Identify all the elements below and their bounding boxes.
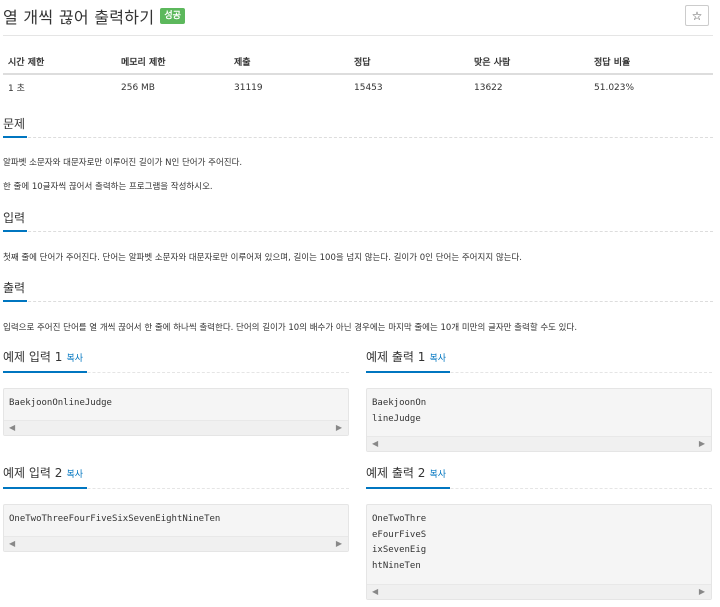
sample-input-2: 예제 입력 2 복사 OneTwoThreeFourFiveSixSevenEig… — [3, 465, 349, 552]
input-description: 첫째 줄에 단어가 주어진다. 단어는 알파벳 소문자와 대문자로만 이루어져 … — [3, 253, 522, 263]
scroll-right-icon[interactable]: ▶ — [336, 539, 342, 549]
scroll-left-icon[interactable]: ◀ — [372, 587, 378, 597]
scroll-right-icon[interactable]: ▶ — [699, 587, 705, 597]
sample-input-2-box[interactable]: OneTwoThreeFourFiveSixSevenEightNineTen … — [3, 504, 349, 552]
output-section: 출력 입력으로 주어진 단어를 열 개씩 끊어서 한 줄에 하나씩 출력한다. … — [3, 280, 713, 334]
header-solved-users: 맞은 사람 — [469, 50, 589, 75]
problem-page: 열 개씩 끊어 출력하기 성공 ☆ 시간 제한 메모리 제한 제출 정답 맞은 … — [0, 0, 720, 607]
value-solved-users[interactable]: 13622 — [469, 74, 589, 100]
info-header-row: 시간 제한 메모리 제한 제출 정답 맞은 사람 정답 비율 — [3, 50, 713, 75]
scroll-right-icon[interactable]: ▶ — [699, 439, 705, 449]
sample-output-2-box[interactable]: OneTwoThre eFourFiveS ixSevenEig htNineT… — [366, 504, 712, 600]
output-description: 입력으로 주어진 단어를 열 개씩 끊어서 한 줄에 하나씩 출력한다. 단어의… — [3, 323, 578, 333]
status-badge: 성공 — [160, 8, 185, 24]
copy-link[interactable]: 복사 — [66, 354, 83, 364]
sample-output-1-header: 예제 출력 1 복사 — [366, 349, 712, 373]
value-accepted[interactable]: 15453 — [349, 74, 469, 100]
output-title: 출력 — [3, 280, 28, 302]
value-submissions[interactable]: 31119 — [229, 74, 349, 100]
output-header: 출력 — [3, 280, 713, 302]
input-section: 입력 첫째 줄에 단어가 주어진다. 단어는 알파벳 소문자와 대문자로만 이루… — [3, 210, 713, 264]
problem-title: 열 개씩 끊어 출력하기 — [3, 8, 155, 27]
sample-input-1-title: 예제 입력 1 복사 — [3, 349, 87, 373]
scroll-left-icon[interactable]: ◀ — [372, 439, 378, 449]
scroll-left-icon[interactable]: ◀ — [9, 423, 15, 433]
horizontal-scrollbar[interactable]: ◀ ▶ — [4, 536, 348, 551]
header-time-limit: 시간 제한 — [3, 50, 116, 75]
description-line-2: 한 줄에 10글자씩 끊어서 출력하는 프로그램을 작성하시오. — [3, 182, 213, 192]
copy-link[interactable]: 복사 — [429, 354, 446, 364]
horizontal-scrollbar[interactable]: ◀ ▶ — [4, 420, 348, 435]
value-memory-limit: 256 MB — [121, 82, 155, 93]
sample-input-1: 예제 입력 1 복사 BaekjoonOnlineJudge ◀ ▶ — [3, 349, 349, 436]
input-header: 입력 — [3, 210, 713, 232]
sample-output-2: 예제 출력 2 복사 OneTwoThre eFourFiveS ixSevenE… — [366, 465, 712, 600]
problem-info-table: 시간 제한 메모리 제한 제출 정답 맞은 사람 정답 비율 1 초 256 M… — [3, 50, 713, 100]
horizontal-scrollbar[interactable]: ◀ ▶ — [367, 436, 711, 451]
sample-output-2-code[interactable]: OneTwoThre eFourFiveS ixSevenEig htNineT… — [367, 505, 711, 574]
header-accepted: 정답 — [349, 50, 469, 75]
description-section: 문제 알파벳 소문자와 대문자로만 이루어진 길이가 N인 단어가 주어진다. … — [3, 116, 713, 193]
info-value-row: 1 초 256 MB 31119 15453 13622 51.023% — [3, 74, 713, 100]
star-icon: ☆ — [691, 8, 703, 23]
sample-input-2-header: 예제 입력 2 복사 — [3, 465, 349, 489]
sample-input-2-code[interactable]: OneTwoThreeFourFiveSixSevenEightNineTen — [4, 505, 348, 528]
sample-output-1-title: 예제 출력 1 복사 — [366, 349, 450, 373]
description-line-1: 알파벳 소문자와 대문자로만 이루어진 길이가 N인 단어가 주어진다. — [3, 158, 243, 168]
favorite-button[interactable]: ☆ — [685, 5, 709, 26]
header-divider — [3, 35, 713, 36]
sample-output-1: 예제 출력 1 복사 BaekjoonOn lineJudge ◀ ▶ — [366, 349, 712, 452]
copy-link[interactable]: 복사 — [66, 470, 83, 480]
sample-input-1-code[interactable]: BaekjoonOnlineJudge — [4, 389, 348, 412]
title-row: 열 개씩 끊어 출력하기 성공 — [3, 4, 185, 28]
sample-input-1-box[interactable]: BaekjoonOnlineJudge ◀ ▶ — [3, 388, 349, 436]
header-accept-rate: 정답 비율 — [589, 50, 713, 75]
sample-output-2-header: 예제 출력 2 복사 — [366, 465, 712, 489]
input-title: 입력 — [3, 210, 28, 232]
sample-output-1-box[interactable]: BaekjoonOn lineJudge ◀ ▶ — [366, 388, 712, 452]
scroll-left-icon[interactable]: ◀ — [9, 539, 15, 549]
sample-input-1-header: 예제 입력 1 복사 — [3, 349, 349, 373]
header-memory-limit: 메모리 제한 — [116, 50, 229, 75]
description-header: 문제 — [3, 116, 713, 138]
header-submissions: 제출 — [229, 50, 349, 75]
scroll-right-icon[interactable]: ▶ — [336, 423, 342, 433]
value-time-limit: 1 초 — [8, 84, 25, 94]
description-title: 문제 — [3, 116, 28, 138]
sample-output-1-code[interactable]: BaekjoonOn lineJudge — [367, 389, 711, 427]
sample-input-2-title: 예제 입력 2 복사 — [3, 465, 87, 489]
copy-link[interactable]: 복사 — [429, 470, 446, 480]
horizontal-scrollbar[interactable]: ◀ ▶ — [367, 584, 711, 599]
sample-output-2-title: 예제 출력 2 복사 — [366, 465, 450, 489]
value-accept-rate: 51.023% — [594, 82, 635, 93]
